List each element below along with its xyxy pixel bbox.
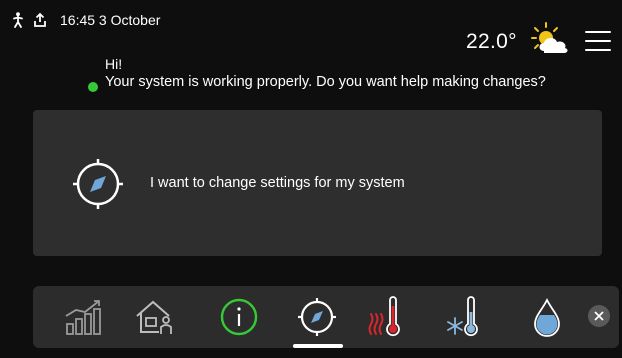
- system-status-message: Your system is working properly. Do you …: [105, 74, 546, 90]
- person-icon: [13, 12, 23, 28]
- compass-icon: [298, 298, 336, 336]
- active-tab-indicator: [293, 344, 343, 348]
- compass-icon: [73, 159, 123, 209]
- hamburger-menu-icon[interactable]: [585, 28, 611, 54]
- datetime-text: 16:45 3 October: [60, 12, 161, 28]
- status-bar: 16:45 3 October: [12, 9, 160, 31]
- system-status-indicator: [88, 82, 98, 92]
- bar-chart-icon: [65, 300, 101, 335]
- house-person-icon: [136, 300, 172, 334]
- hot-water-button[interactable]: [523, 294, 571, 340]
- thermometer-snow-icon: [447, 296, 478, 337]
- upload-icon: [34, 12, 46, 27]
- info-button[interactable]: [215, 294, 263, 340]
- energy-statistics-button[interactable]: [61, 294, 109, 340]
- greeting-title: Hi!: [105, 56, 123, 72]
- close-icon: [594, 311, 604, 321]
- partly-cloudy-sun-icon: [531, 22, 568, 53]
- info-icon: [220, 298, 258, 336]
- change-settings-label: I want to change settings for my system: [150, 175, 405, 191]
- heating-button[interactable]: [363, 294, 411, 340]
- change-settings-card[interactable]: I want to change settings for my system: [33, 110, 602, 256]
- bottom-navigation-bar: [33, 286, 619, 348]
- home-screen: 16:45 3 October 22.0° Hi! Your system is…: [0, 0, 622, 358]
- home-profile-button[interactable]: [131, 294, 179, 340]
- close-bar-button[interactable]: [588, 305, 610, 327]
- cooling-button[interactable]: [441, 294, 489, 340]
- water-drop-icon: [534, 297, 560, 337]
- settings-guide-button[interactable]: [293, 294, 341, 340]
- outdoor-temperature: 22.0°: [466, 30, 517, 53]
- thermometer-heat-icon: [368, 296, 400, 337]
